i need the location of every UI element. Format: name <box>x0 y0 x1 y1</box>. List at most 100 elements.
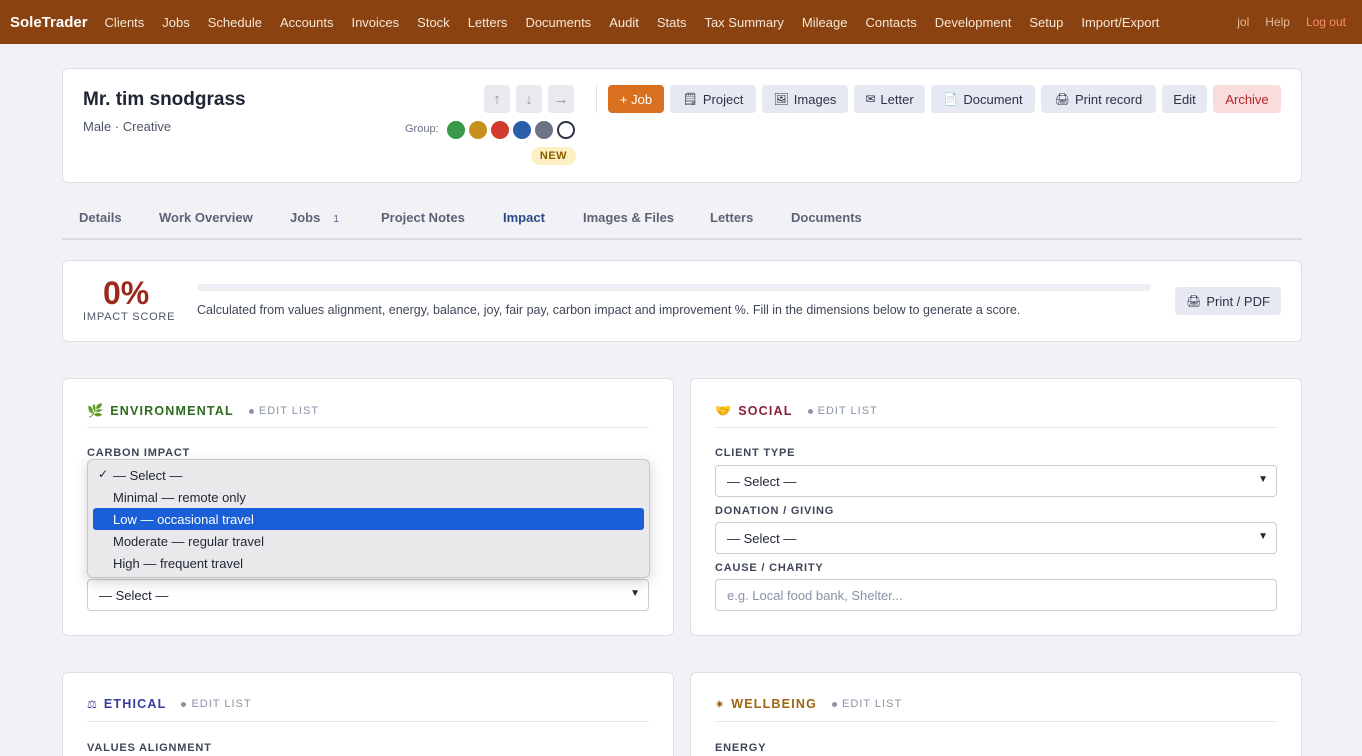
printer-icon: 🖨 <box>1054 92 1071 106</box>
second-environmental-select-value: — Select — <box>99 587 169 603</box>
tab-impact[interactable]: Impact <box>503 210 545 225</box>
project-button[interactable]: 🗒 Project <box>670 85 756 113</box>
print-pdf-button[interactable]: 🖨 Print / PDF <box>1175 287 1281 315</box>
nav-link-documents[interactable]: Documents <box>525 15 591 30</box>
client-type-select[interactable]: — Select — ▼ <box>715 465 1277 497</box>
nav-link-stock[interactable]: Stock <box>417 15 450 30</box>
client-type-label: CLIENT TYPE <box>715 447 796 459</box>
energy-label: ENERGY <box>715 742 767 754</box>
wellbeing-card: ✷ WELLBEING EDIT LIST ENERGY <box>690 672 1302 756</box>
letter-button[interactable]: ✉ Letter <box>854 85 925 113</box>
environmental-edit-list-link[interactable]: EDIT LIST <box>248 405 319 417</box>
add-job-button[interactable]: + Job <box>608 85 664 113</box>
tab-letters[interactable]: Letters <box>710 210 753 225</box>
nav-link-stats[interactable]: Stats <box>657 15 687 30</box>
wellbeing-edit-list-link[interactable]: EDIT LIST <box>832 698 902 710</box>
nav-logout[interactable]: Log out <box>1306 15 1346 29</box>
header-divider <box>596 85 597 113</box>
chevron-down-icon: ▼ <box>1258 474 1268 485</box>
impact-score-label: IMPACT SCORE <box>83 311 176 323</box>
nav-link-accounts[interactable]: Accounts <box>280 15 333 30</box>
values-alignment-label: VALUES ALIGNMENT <box>87 742 212 754</box>
impact-score-value: 0% <box>103 275 150 311</box>
nav-link-tax-summary[interactable]: Tax Summary <box>704 15 783 30</box>
nav-links: Clients Jobs Schedule Accounts Invoices … <box>105 15 1178 30</box>
move-down-button[interactable]: ↓ <box>516 85 542 113</box>
nav-link-setup[interactable]: Setup <box>1029 15 1063 30</box>
nav-help[interactable]: Help <box>1265 15 1290 29</box>
bullet-icon <box>832 701 838 707</box>
group-dot-grey[interactable] <box>535 121 553 139</box>
nav-link-letters[interactable]: Letters <box>468 15 508 30</box>
nav-link-contacts[interactable]: Contacts <box>865 15 916 30</box>
tab-details[interactable]: Details <box>79 210 122 225</box>
option-label: High — frequent travel <box>113 555 244 571</box>
dropdown-option-moderate[interactable]: Moderate — regular travel <box>93 530 644 552</box>
section-divider <box>87 721 649 722</box>
archive-button[interactable]: Archive <box>1213 85 1281 113</box>
dropdown-option-minimal[interactable]: Minimal — remote only <box>93 486 644 508</box>
nav-link-jobs[interactable]: Jobs <box>162 15 189 30</box>
nav-link-invoices[interactable]: Invoices <box>351 15 399 30</box>
section-divider <box>715 721 1277 722</box>
envelope-icon: ✉ <box>865 92 876 106</box>
document-label: Document <box>963 91 1023 107</box>
group-dot-green[interactable] <box>447 121 465 139</box>
nav-link-clients[interactable]: Clients <box>105 15 145 30</box>
tab-project-notes[interactable]: Project Notes <box>381 210 465 225</box>
project-label: Project <box>702 91 744 107</box>
picture-icon: 🖼 <box>773 92 789 106</box>
client-type-value: — Select — <box>727 473 797 489</box>
images-button[interactable]: 🖼 Images <box>762 85 848 113</box>
tab-documents[interactable]: Documents <box>791 210 862 225</box>
dropdown-option-high[interactable]: High — frequent travel <box>93 552 644 574</box>
donation-select[interactable]: — Select — ▼ <box>715 522 1277 554</box>
add-job-label: + Job <box>619 91 653 107</box>
tab-jobs[interactable]: Jobs 1 <box>290 210 344 226</box>
ethical-edit-list-link[interactable]: EDIT LIST <box>181 698 251 710</box>
group-dot-blue[interactable] <box>513 121 531 139</box>
brand-logo[interactable]: SoleTrader <box>10 14 88 31</box>
impact-score-description: Calculated from values alignment, energy… <box>197 303 1021 317</box>
nav-link-import-export[interactable]: Import/Export <box>1081 15 1159 30</box>
dropdown-option-select[interactable]: ✓ — Select — <box>93 464 644 486</box>
group-dot-none[interactable] <box>557 121 575 139</box>
nav-link-mileage[interactable]: Mileage <box>802 15 848 30</box>
carbon-impact-dropdown[interactable]: ✓ — Select — Minimal — remote only Low — … <box>87 459 650 578</box>
edit-button[interactable]: Edit <box>1162 85 1207 113</box>
nav-user[interactable]: jol <box>1237 15 1249 29</box>
social-edit-list-link[interactable]: EDIT LIST <box>807 405 878 417</box>
arrow-right-icon: → <box>553 90 569 108</box>
edit-label: Edit <box>1173 91 1196 107</box>
tab-images-files[interactable]: Images & Files <box>583 210 674 225</box>
option-label: Moderate — regular travel <box>113 533 265 549</box>
record-tabs: Details Work Overview Jobs 1 Project Note… <box>62 198 1302 240</box>
wellbeing-title: WELLBEING <box>731 697 818 711</box>
nav-link-development[interactable]: Development <box>935 15 1012 30</box>
group-dot-red[interactable] <box>491 121 509 139</box>
letter-label: Letter <box>880 91 914 107</box>
carbon-impact-label: CARBON IMPACT <box>87 447 191 459</box>
social-card: 🤝 SOCIAL EDIT LIST CLIENT TYPE — Select … <box>690 378 1302 636</box>
cause-input-placeholder: e.g. Local food bank, Shelter... <box>727 587 903 603</box>
move-up-button[interactable]: ↑ <box>484 85 510 113</box>
group-dot-amber[interactable] <box>469 121 487 139</box>
move-next-button[interactable]: → <box>548 85 574 113</box>
wellbeing-header: ✷ WELLBEING EDIT LIST <box>715 697 902 711</box>
archive-label: Archive <box>1225 91 1269 107</box>
arrow-down-icon: ↓ <box>525 90 533 108</box>
second-environmental-select[interactable]: — Select — ▼ <box>87 579 649 611</box>
tab-work-overview[interactable]: Work Overview <box>159 210 253 225</box>
section-divider <box>87 427 649 428</box>
ethical-title: ETHICAL <box>103 697 167 711</box>
nav-link-schedule[interactable]: Schedule <box>208 15 262 30</box>
group-label: Group: <box>405 123 439 135</box>
cause-input[interactable]: e.g. Local food bank, Shelter... <box>715 579 1277 611</box>
document-button[interactable]: 📄 Document <box>931 85 1035 113</box>
print-record-button[interactable]: 🖨 Print record <box>1041 85 1156 113</box>
top-nav: SoleTrader Clients Jobs Schedule Account… <box>0 0 1362 44</box>
dropdown-option-low[interactable]: Low — occasional travel <box>93 508 644 530</box>
nav-link-audit[interactable]: Audit <box>609 15 639 30</box>
chevron-down-icon: ▼ <box>1258 531 1268 542</box>
environmental-header: 🌿 ENVIRONMENTAL EDIT LIST <box>87 403 319 419</box>
